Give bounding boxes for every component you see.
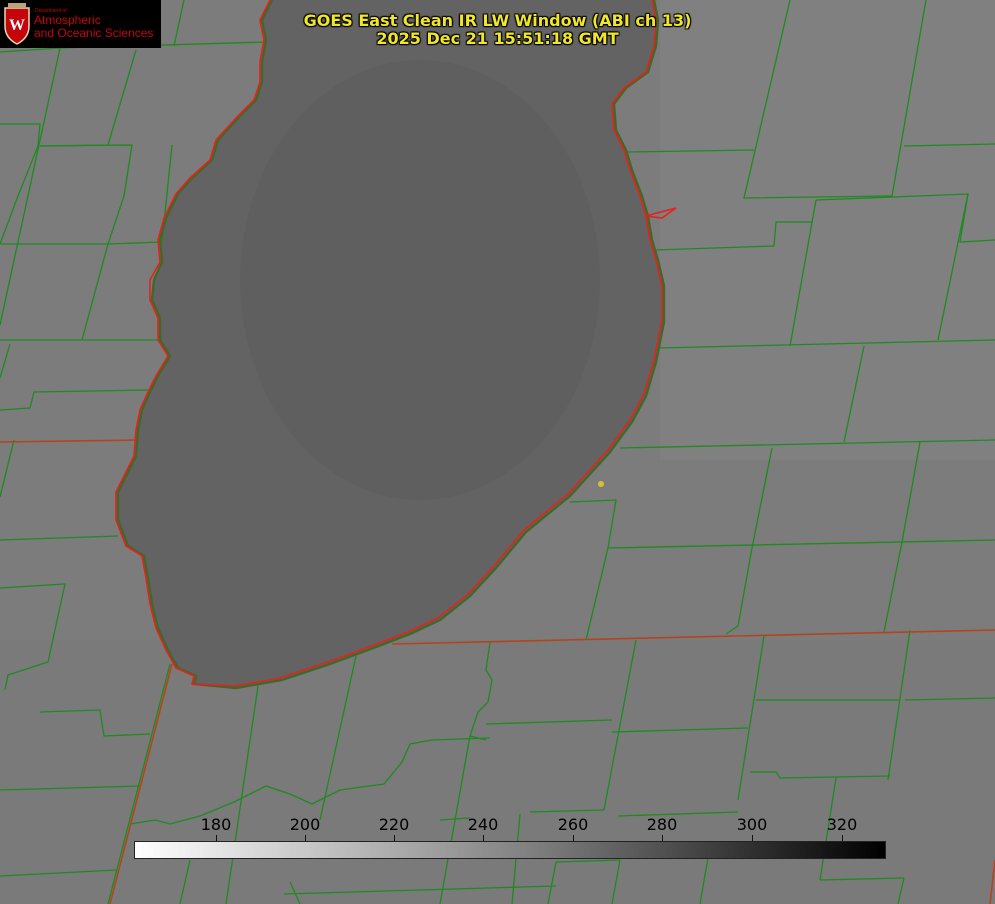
colorbar-gradient [134,841,886,859]
colorbar-tick [216,835,217,841]
land-patch [0,640,995,904]
colorbar-tick-label: 200 [289,815,321,834]
colorbar-tick-label: 180 [200,815,232,834]
colorbar-tick-label: 320 [826,815,858,834]
land-patch [660,0,995,460]
uw-crest-icon: W [4,3,30,45]
colorbar-tick-label: 220 [378,815,410,834]
colorbar-tick [842,835,843,841]
logo-text-line2: and Oceanic Sciences [34,26,154,40]
colorbar-tick-label: 260 [557,815,589,834]
colorbar-tick [394,835,395,841]
colorbar-tick [573,835,574,841]
satellite-map [0,0,995,904]
colorbar-tick [662,835,663,841]
colorbar-tick-label: 240 [467,815,499,834]
svg-text:W: W [9,17,25,34]
location-dot-icon [598,481,604,487]
colorbar-tick [752,835,753,841]
colorbar-tick-label: 280 [646,815,678,834]
lake-shading [240,60,600,500]
colorbar-tick [305,835,306,841]
uw-aos-logo[interactable]: W Department of Atmospheric and Oceanic … [0,0,161,48]
colorbar-tick-label: 300 [736,815,768,834]
colorbar-tick [483,835,484,841]
